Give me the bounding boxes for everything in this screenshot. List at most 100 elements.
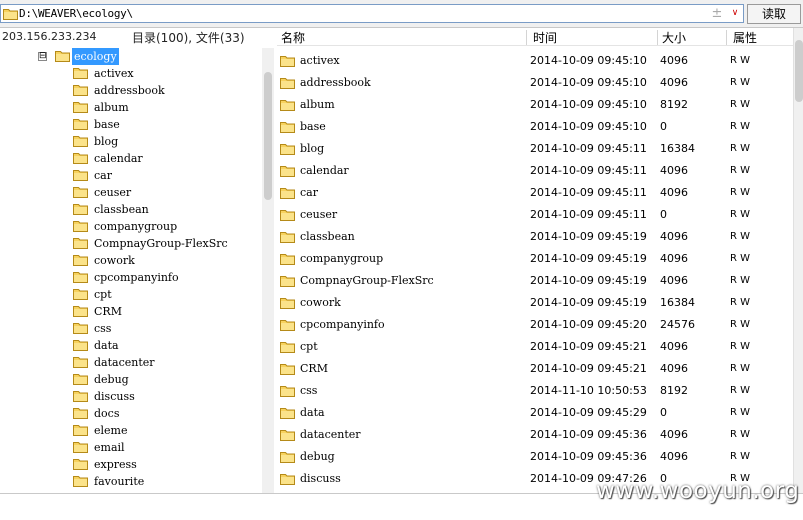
tree-item[interactable]: email bbox=[73, 439, 253, 456]
file-row[interactable]: classbean 2014-10-09 09:45:19 4096 R W bbox=[277, 226, 793, 248]
file-size: 16384 bbox=[660, 142, 695, 155]
file-row[interactable]: CompnayGroup-FlexSrc 2014-10-09 09:45:19 4… bbox=[277, 270, 793, 292]
add-icon[interactable]: ± bbox=[709, 6, 725, 21]
file-time: 2014-10-09 09:45:21 bbox=[530, 340, 647, 353]
file-time: 2014-10-09 09:45:29 bbox=[530, 406, 647, 419]
path-text: D:\WEAVER\ecology\ bbox=[19, 7, 133, 20]
tree-item[interactable]: express bbox=[73, 456, 253, 473]
folder-icon bbox=[280, 473, 295, 485]
file-size: 4096 bbox=[660, 362, 688, 375]
file-row[interactable]: cpcompanyinfo 2014-10-09 09:45:20 24576 R W bbox=[277, 314, 793, 336]
file-row[interactable]: debug 2014-10-09 09:45:36 4096 R W bbox=[277, 446, 793, 468]
tree-item[interactable]: album bbox=[73, 99, 253, 116]
file-row[interactable]: ceuser 2014-10-09 09:45:11 0 R W bbox=[277, 204, 793, 226]
folder-icon bbox=[73, 84, 88, 96]
file-row[interactable]: album 2014-10-09 09:45:10 8192 R W bbox=[277, 94, 793, 116]
file-attr: R W bbox=[730, 407, 751, 418]
tree-item-label: album bbox=[94, 101, 129, 114]
file-time: 2014-10-09 09:45:10 bbox=[530, 98, 647, 111]
tree-item[interactable]: blog bbox=[73, 133, 253, 150]
file-row[interactable]: calendar 2014-10-09 09:45:11 4096 R W bbox=[277, 160, 793, 182]
tree-item[interactable]: data bbox=[73, 337, 253, 354]
read-button[interactable]: 读取 bbox=[747, 4, 801, 24]
file-row[interactable]: blog 2014-10-09 09:45:11 16384 R W bbox=[277, 138, 793, 160]
tree-item[interactable]: calendar bbox=[73, 150, 253, 167]
folder-icon bbox=[73, 203, 88, 215]
tree-item[interactable]: cpt bbox=[73, 286, 253, 303]
folder-icon bbox=[280, 99, 295, 111]
file-row[interactable]: data 2014-10-09 09:45:29 0 R W bbox=[277, 402, 793, 424]
file-time: 2014-10-09 09:45:36 bbox=[530, 428, 647, 441]
file-row[interactable]: base 2014-10-09 09:45:10 0 R W bbox=[277, 116, 793, 138]
folder-icon bbox=[73, 441, 88, 453]
column-size[interactable]: 大小 bbox=[662, 29, 686, 46]
file-row[interactable]: companygroup 2014-10-09 09:45:19 4096 R W bbox=[277, 248, 793, 270]
file-name: car bbox=[300, 186, 318, 199]
file-list-scrollbar[interactable] bbox=[793, 28, 803, 493]
tree-root[interactable]: ⊟ ecology bbox=[38, 48, 238, 65]
tree-item[interactable]: car bbox=[73, 167, 253, 184]
column-time[interactable]: 时间 bbox=[533, 29, 557, 46]
file-time: 2014-11-10 10:50:53 bbox=[530, 384, 647, 397]
file-time: 2014-10-09 09:45:10 bbox=[530, 120, 647, 133]
tree-item[interactable]: ceuser bbox=[73, 184, 253, 201]
tree-scrollbar[interactable] bbox=[262, 48, 274, 494]
file-name: addressbook bbox=[300, 76, 371, 89]
file-list-scrollbar-thumb[interactable] bbox=[795, 40, 803, 102]
file-name: debug bbox=[300, 450, 335, 463]
tree-item[interactable]: CompnayGroup-FlexSrc bbox=[73, 235, 253, 252]
tree-item[interactable]: debug bbox=[73, 371, 253, 388]
file-size: 8192 bbox=[660, 98, 688, 111]
collapse-icon[interactable]: ⊟ bbox=[38, 52, 47, 61]
tree-item-label: blog bbox=[94, 135, 119, 148]
file-row[interactable]: CRM 2014-10-09 09:45:21 4096 R W bbox=[277, 358, 793, 380]
file-time: 2014-10-09 09:45:11 bbox=[530, 142, 647, 155]
tree-item-label: discuss bbox=[94, 390, 135, 403]
folder-icon bbox=[73, 186, 88, 198]
path-input[interactable]: D:\WEAVER\ecology\ ± ∨ bbox=[0, 4, 744, 23]
tree-item[interactable]: docs bbox=[73, 405, 253, 422]
tree-item[interactable]: cowork bbox=[73, 252, 253, 269]
file-row[interactable]: car 2014-10-09 09:45:11 4096 R W bbox=[277, 182, 793, 204]
file-time: 2014-10-09 09:45:19 bbox=[530, 296, 647, 309]
tree-item[interactable]: cpcompanyinfo bbox=[73, 269, 253, 286]
file-row[interactable]: cowork 2014-10-09 09:45:19 16384 R W bbox=[277, 292, 793, 314]
tree-item-label: debug bbox=[94, 373, 129, 386]
column-attr[interactable]: 属性 bbox=[733, 29, 757, 46]
folder-icon bbox=[73, 373, 88, 385]
folder-icon bbox=[73, 390, 88, 402]
tree-item[interactable]: base bbox=[73, 116, 253, 133]
column-name[interactable]: 名称 bbox=[281, 29, 305, 46]
file-attr: R W bbox=[730, 99, 751, 110]
file-row[interactable]: css 2014-11-10 10:50:53 8192 R W bbox=[277, 380, 793, 402]
tree-item[interactable]: activex bbox=[73, 65, 253, 82]
tree-item[interactable]: favourite bbox=[73, 473, 253, 490]
tree-scrollbar-thumb[interactable] bbox=[264, 72, 272, 200]
file-time: 2014-10-09 09:45:11 bbox=[530, 208, 647, 221]
tree-item[interactable]: eleme bbox=[73, 422, 253, 439]
folder-icon bbox=[73, 339, 88, 351]
tree-item[interactable]: companygroup bbox=[73, 218, 253, 235]
folder-icon bbox=[73, 118, 88, 130]
file-time: 2014-10-09 09:45:10 bbox=[530, 76, 647, 89]
chevron-down-icon[interactable]: ∨ bbox=[727, 6, 743, 21]
file-time: 2014-10-09 09:45:19 bbox=[530, 230, 647, 243]
tree-item-label: base bbox=[94, 118, 120, 131]
file-row[interactable]: activex 2014-10-09 09:45:10 4096 R W bbox=[277, 50, 793, 72]
tree-item[interactable]: addressbook bbox=[73, 82, 253, 99]
file-attr: R W bbox=[730, 297, 751, 308]
file-attr: R W bbox=[730, 451, 751, 462]
tree-item[interactable]: classbean bbox=[73, 201, 253, 218]
file-size: 8192 bbox=[660, 384, 688, 397]
folder-icon bbox=[280, 407, 295, 419]
file-row[interactable]: addressbook 2014-10-09 09:45:10 4096 R W bbox=[277, 72, 793, 94]
file-list: activex 2014-10-09 09:45:10 4096 R W address… bbox=[277, 50, 793, 493]
tree-item[interactable]: css bbox=[73, 320, 253, 337]
file-row[interactable]: cpt 2014-10-09 09:45:21 4096 R W bbox=[277, 336, 793, 358]
file-row[interactable]: datacenter 2014-10-09 09:45:36 4096 R W bbox=[277, 424, 793, 446]
tree-item[interactable]: CRM bbox=[73, 303, 253, 320]
tree-item-label: docs bbox=[94, 407, 120, 420]
file-name: cpt bbox=[300, 340, 318, 353]
tree-item[interactable]: discuss bbox=[73, 388, 253, 405]
tree-item[interactable]: datacenter bbox=[73, 354, 253, 371]
